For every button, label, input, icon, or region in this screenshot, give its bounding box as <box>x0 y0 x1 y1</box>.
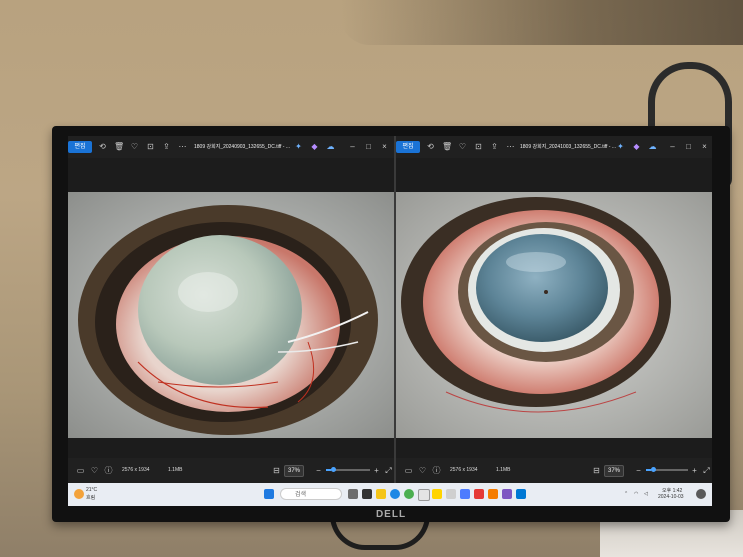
app-icon-5[interactable] <box>474 489 484 499</box>
app-icon-3[interactable] <box>446 489 456 499</box>
wall-shadow <box>340 0 743 45</box>
designer-icon[interactable]: ◆ <box>632 142 641 151</box>
file-size: 1.1MB <box>496 467 511 473</box>
app-icon-7[interactable] <box>502 489 512 499</box>
taskbar-search[interactable]: 검색 <box>280 488 342 500</box>
more-icon[interactable]: ⋯ <box>506 142 515 151</box>
volume-icon[interactable]: ◁ <box>644 491 648 497</box>
notification-icon[interactable] <box>696 489 706 499</box>
chrome-icon[interactable] <box>404 489 414 499</box>
delete-icon[interactable]: 🗑 <box>442 142 452 151</box>
eye-photo-cloudy <box>68 192 394 438</box>
rotate-icon[interactable]: ⟲ <box>98 142 107 151</box>
minimize-icon[interactable]: – <box>668 142 677 151</box>
photo-viewer-left: 편집 ⟲ 🗑 ♡ ⊡ ⇪ ⋯ 1809 강희지_20240903_132655_… <box>68 136 394 483</box>
windows-taskbar: 21°C 흐림 검색 ⌃ ◠ ◁ 오후 1:42 2024-10-03 <box>68 483 712 506</box>
fullscreen-icon[interactable]: ⤢ <box>384 466 393 475</box>
close-icon[interactable]: × <box>380 142 389 151</box>
edge-icon[interactable] <box>390 489 400 499</box>
close-icon[interactable]: × <box>700 142 709 151</box>
info-icon[interactable]: ⓘ <box>432 466 441 475</box>
app-icon-1[interactable] <box>362 489 372 499</box>
delete-icon[interactable]: 🗑 <box>114 142 124 151</box>
task-view-icon[interactable] <box>348 489 358 499</box>
designer-icon[interactable]: ◆ <box>310 142 319 151</box>
file-title: 1809 강희지_20241003_132655_DC.tiff - ... <box>520 144 616 150</box>
network-icon[interactable]: ◠ <box>634 491 638 497</box>
cloud-icon[interactable]: ☁ <box>648 142 657 151</box>
zoom-slider-thumb[interactable] <box>331 467 337 472</box>
zoom-slider[interactable] <box>646 467 688 472</box>
zoom-slider-thumb[interactable] <box>651 467 657 472</box>
viewer-statusbar: ▭ ♡ ⓘ 2576 x 1934 1.1MB ⊟ 37% − + ⤢ <box>396 458 712 483</box>
zoom-out-icon[interactable]: − <box>634 466 643 475</box>
fit-icon[interactable]: ⊟ <box>592 466 601 475</box>
zoom-slider[interactable] <box>326 467 370 472</box>
edit-button[interactable]: 편집 <box>68 141 92 153</box>
more-icon[interactable]: ⋯ <box>178 142 187 151</box>
clock-date[interactable]: 2024-10-03 <box>658 494 684 500</box>
share-icon[interactable]: ⇪ <box>162 142 171 151</box>
favorite-icon[interactable]: ♡ <box>130 142 139 151</box>
zoom-in-icon[interactable]: + <box>372 466 381 475</box>
start-icon[interactable] <box>264 489 274 499</box>
share-icon[interactable]: ⇪ <box>490 142 499 151</box>
app-icon-2[interactable] <box>418 489 430 501</box>
edit-button[interactable]: 편집 <box>396 141 420 153</box>
image-dimensions: 2576 x 1934 <box>122 467 150 473</box>
file-size: 1.1MB <box>168 467 183 473</box>
crop-icon[interactable]: ⊡ <box>146 142 155 151</box>
zoom-dropdown[interactable]: 37% <box>604 465 625 477</box>
clock-time[interactable]: 오후 1:42 <box>662 487 682 494</box>
file-explorer-icon[interactable] <box>376 489 386 499</box>
crop-icon[interactable]: ⊡ <box>474 142 483 151</box>
rotate-icon[interactable]: ⟲ <box>426 142 435 151</box>
app-icon-6[interactable] <box>488 489 498 499</box>
favorite-icon[interactable]: ♡ <box>458 142 467 151</box>
zoom-in-icon[interactable]: + <box>690 466 699 475</box>
cloud-icon[interactable]: ☁ <box>326 142 335 151</box>
file-title: 1809 강희지_20240903_132655_DC.tiff - ... <box>194 144 290 150</box>
photo-viewer-right: 편집 ⟲ 🗑 ♡ ⊡ ⇪ ⋯ 1809 강희지_20241003_132655_… <box>396 136 712 483</box>
screen: 편집 ⟲ 🗑 ♡ ⊡ ⇪ ⋯ 1809 강희지_20240903_132655_… <box>68 136 712 506</box>
viewer-toolbar: 편집 ⟲ 🗑 ♡ ⊡ ⇪ ⋯ 1809 강희지_20240903_132655_… <box>68 136 394 158</box>
heart-icon[interactable]: ♡ <box>90 466 99 475</box>
zoom-out-icon[interactable]: − <box>314 466 323 475</box>
app-icon-4[interactable] <box>460 489 470 499</box>
weather-desc: 흐림 <box>86 495 96 501</box>
info-icon[interactable]: ⓘ <box>104 466 113 475</box>
slideshow-icon[interactable]: ▭ <box>76 466 85 475</box>
viewer-statusbar: ▭ ♡ ⓘ 2576 x 1934 1.1MB ⊟ 37% − + ⤢ <box>68 458 394 483</box>
monitor: 편집 ⟲ 🗑 ♡ ⊡ ⇪ ⋯ 1809 강희지_20240903_132655_… <box>52 126 730 522</box>
maximize-icon[interactable]: □ <box>684 142 693 151</box>
photos-icon[interactable] <box>516 489 526 499</box>
image-dimensions: 2576 x 1934 <box>450 467 478 473</box>
tray-chevron-icon[interactable]: ⌃ <box>624 491 628 497</box>
weather-icon[interactable] <box>74 489 84 499</box>
zoom-dropdown[interactable]: 37% <box>284 465 305 477</box>
heart-icon[interactable]: ♡ <box>418 466 427 475</box>
eye-photo-clear <box>396 192 712 438</box>
fit-icon[interactable]: ⊟ <box>272 466 281 475</box>
viewer-toolbar: 편집 ⟲ 🗑 ♡ ⊡ ⇪ ⋯ 1809 강희지_20241003_132655_… <box>396 136 712 158</box>
edit-sparkle-icon[interactable]: ✦ <box>294 142 303 151</box>
minimize-icon[interactable]: – <box>348 142 357 151</box>
maximize-icon[interactable]: □ <box>364 142 373 151</box>
fullscreen-icon[interactable]: ⤢ <box>702 466 711 475</box>
weather-temp: 21°C <box>86 487 98 493</box>
monitor-brand: DELL <box>375 509 407 520</box>
kakaotalk-icon[interactable] <box>432 489 442 499</box>
edit-sparkle-icon[interactable]: ✦ <box>616 142 625 151</box>
slideshow-icon[interactable]: ▭ <box>404 466 413 475</box>
